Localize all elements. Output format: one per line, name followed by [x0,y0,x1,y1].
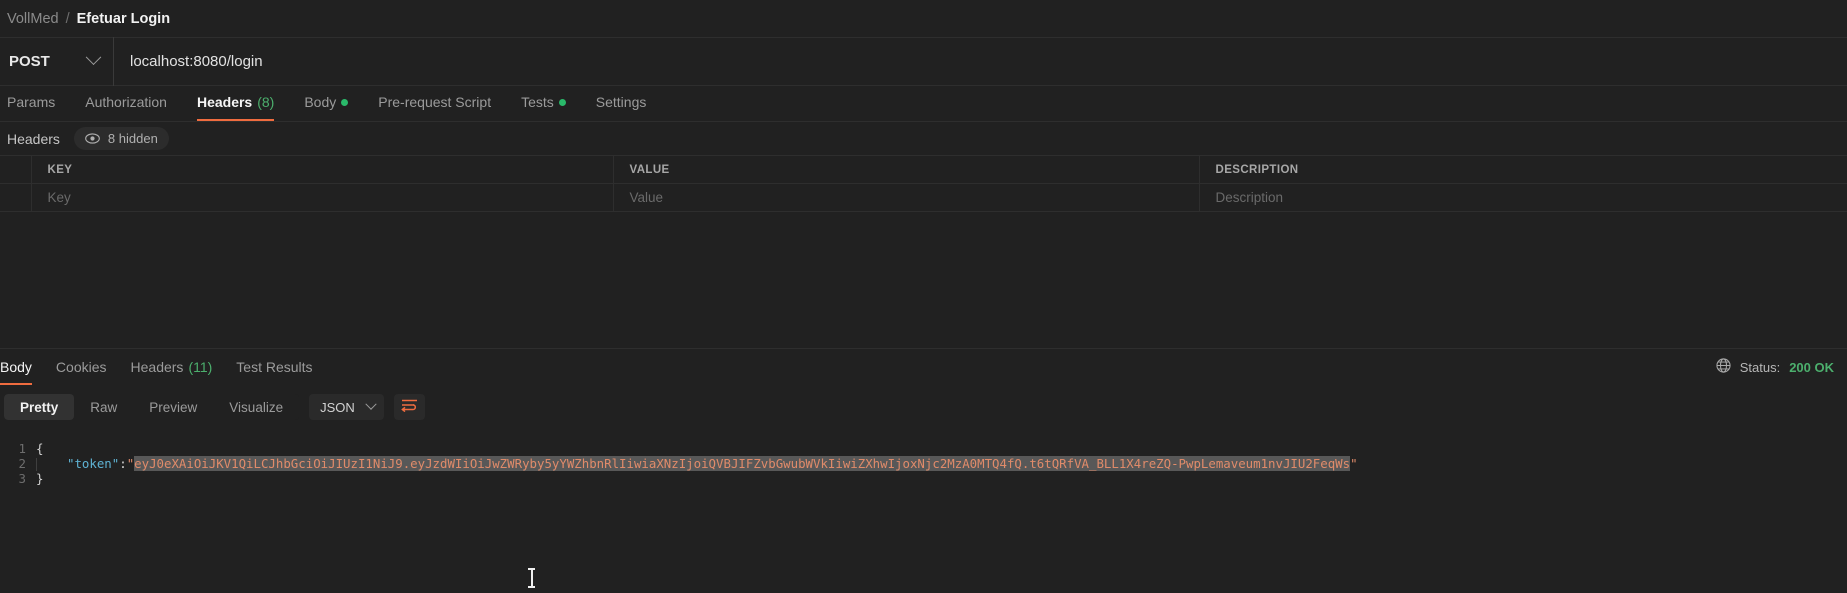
json-open-brace: { [36,441,44,456]
breadcrumb-collection[interactable]: VollMed [7,11,59,27]
tab-tests[interactable]: Tests [521,85,566,121]
code-line: 2 "token" : " eyJ0eXAiOiJKV1QiLCJhbGciOiJ… [0,456,1847,472]
response-tab-cookies-label: Cookies [55,359,107,375]
response-tab-bar: Body Cookies Headers (11) Test Results S… [0,348,1847,385]
header-key-input[interactable]: Key [31,183,614,212]
body-view-visualize[interactable]: Visualize [213,394,299,420]
response-tab-headers[interactable]: Headers (11) [131,349,213,385]
postman-window: VollMed / Efetuar Login POST localhost:8… [0,0,1847,593]
body-view-pretty[interactable]: Pretty [4,394,75,420]
json-key: "token" [67,456,120,472]
tab-pre-request-script[interactable]: Pre-request Script [378,85,491,121]
tab-body[interactable]: Body [304,85,349,121]
request-url-input[interactable]: localhost:8080/login [114,37,1847,86]
header-description-input[interactable]: Description [1199,183,1847,212]
json-close-brace: } [36,471,44,487]
code-line: 1 { [0,441,1847,456]
tab-settings-label: Settings [595,94,647,110]
breadcrumb: VollMed / Efetuar Login [0,0,1847,37]
header-value-input[interactable]: Value [613,183,1200,212]
response-tab-test-results-label: Test Results [236,359,313,375]
tab-pre-request-script-label: Pre-request Script [378,94,492,110]
breadcrumb-separator: / [65,10,70,27]
request-url-bar: POST localhost:8080/login [0,37,1847,86]
table-row[interactable]: Key Value Description [0,183,1847,212]
fold-guide [36,458,37,472]
eye-icon [85,133,100,144]
globe-icon[interactable] [1716,358,1731,376]
tab-authorization-label: Authorization [85,94,167,110]
body-modified-dot-icon [341,98,349,106]
tab-authorization[interactable]: Authorization [85,85,167,121]
body-view-preview[interactable]: Preview [133,394,213,420]
body-format-select[interactable]: JSON [309,394,384,420]
response-tab-headers-count: (11) [188,359,213,375]
response-status-area: Status: 200 OK [1716,349,1847,385]
chevron-down-icon [365,398,377,410]
body-view-raw[interactable]: Raw [74,394,133,420]
tab-headers-label: Headers [196,94,253,110]
code-line: 3 } [0,471,1847,486]
column-header-key: KEY [31,155,614,184]
column-header-description: DESCRIPTION [1199,155,1847,184]
body-view-toggle-group: Pretty Raw Preview Visualize [4,394,300,420]
body-format-label: JSON [320,399,355,415]
tab-tests-label: Tests [521,94,554,110]
word-wrap-button[interactable] [393,394,425,420]
json-quote-close: " [1350,456,1358,472]
status-label: Status: [1739,359,1781,375]
hidden-headers-count: 8 hidden [107,131,158,146]
headers-table-header-row: KEY VALUE DESCRIPTION [0,155,1847,184]
row-checkbox-cell[interactable] [0,183,32,212]
json-quote-open: " [126,456,135,472]
tab-headers-count: (8) [257,94,275,110]
chevron-down-icon [85,49,102,66]
response-tab-test-results[interactable]: Test Results [236,349,312,385]
request-tab-bar: Params Authorization Headers (8) Body Pr… [0,86,1847,122]
response-body-toolbar: Pretty Raw Preview Visualize JSON [0,386,1847,428]
response-tab-cookies[interactable]: Cookies [56,349,107,385]
tab-headers[interactable]: Headers (8) [196,85,275,121]
json-colon: : [119,456,127,472]
word-wrap-icon [400,398,418,417]
hidden-headers-toggle[interactable]: 8 hidden [73,127,169,150]
response-body-code[interactable]: 1 { 2 "token" : " eyJ0eXAiOiJKV1QiLCJhbGc… [0,432,1847,593]
line-number: 2 [18,456,26,472]
line-number: 3 [18,471,26,487]
header-select-all-cell [0,155,32,184]
tab-params-label: Params [7,94,56,110]
breadcrumb-request-name[interactable]: Efetuar Login [77,11,170,27]
tests-modified-dot-icon [558,98,566,106]
response-tab-body[interactable]: Body [0,349,32,385]
http-method-select[interactable]: POST [0,37,114,86]
line-number: 1 [18,441,26,456]
response-tab-body-label: Body [0,359,32,375]
status-badge: 200 OK [1789,359,1834,375]
tab-params[interactable]: Params [7,85,55,121]
response-tab-headers-label: Headers [130,359,184,375]
json-token-value[interactable]: eyJ0eXAiOiJKV1QiLCJhbGciOiJIUzI1NiJ9.eyJ… [134,456,1351,472]
headers-section-bar: Headers 8 hidden [0,122,1847,155]
tab-settings[interactable]: Settings [596,85,647,121]
headers-section-label: Headers [7,130,60,147]
http-method-label: POST [9,53,50,70]
tab-body-label: Body [304,94,337,110]
column-header-value: VALUE [613,155,1200,184]
headers-table: KEY VALUE DESCRIPTION Key Value Descript… [0,155,1847,212]
